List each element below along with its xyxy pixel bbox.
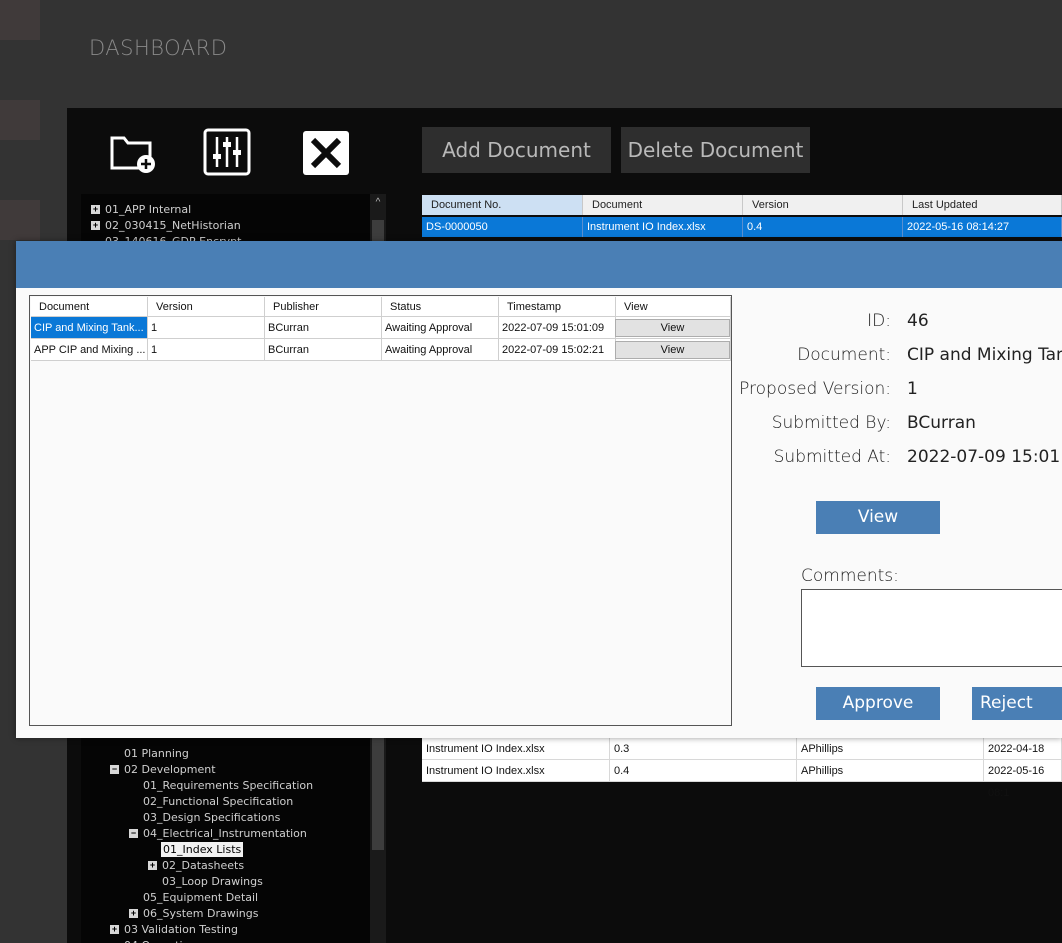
cell-last-updated: 2022-05-16 08:14:27 — [903, 217, 1062, 237]
expand-icon[interactable]: + — [91, 205, 100, 214]
col-header-version[interactable]: Version — [148, 297, 265, 317]
col-header-document[interactable]: Document — [583, 195, 743, 215]
view-document-button[interactable]: View — [816, 501, 940, 534]
history-timestamp: 2022-04-18 15:2 — [984, 738, 1062, 777]
tree-item[interactable]: 02 Development — [124, 762, 216, 777]
expand-icon[interactable]: + — [129, 909, 138, 918]
expand-icon[interactable]: + — [148, 861, 157, 870]
history-publisher: APhillips — [797, 760, 984, 782]
desktop-app-icon — [0, 0, 40, 40]
tree-item[interactable]: 04 Operation — [124, 938, 196, 943]
tree-item[interactable]: 06_System Drawings — [143, 906, 258, 921]
history-version: 0.3 — [610, 738, 797, 760]
tree-item[interactable]: 03_Design Specifications — [143, 810, 280, 825]
history-document: Instrument IO Index.xlsx — [422, 738, 610, 760]
tree-item[interactable]: 01_APP Internal — [105, 202, 191, 217]
approval-document-cell[interactable]: APP CIP and Mixing ... — [31, 339, 148, 361]
proposed-version-value: 1 — [907, 379, 918, 399]
history-timestamp: 2022-05-16 08:1 — [984, 760, 1062, 799]
approval-publisher-cell[interactable]: BCurran — [265, 339, 382, 361]
desktop-app-icon — [0, 200, 40, 240]
dashboard-title: DASHBOARD — [89, 36, 228, 60]
tree-item[interactable]: 01 Planning — [124, 746, 189, 761]
proposed-version-label: Proposed Version: — [739, 379, 891, 399]
approval-timestamp-cell[interactable]: 2022-07-09 15:02:21 — [499, 339, 616, 361]
tree-item[interactable]: 05_Equipment Detail — [143, 890, 258, 905]
tree-item[interactable]: 04_Electrical_Instrumentation — [143, 826, 307, 841]
delete-document-button[interactable]: Delete Document — [621, 127, 810, 173]
submitted-by-label: Submitted By: — [771, 413, 891, 433]
document-label: Document: — [797, 345, 891, 365]
folder-add-icon[interactable] — [109, 128, 157, 176]
add-document-button[interactable]: Add Document — [422, 127, 611, 173]
history-document: Instrument IO Index.xlsx — [422, 760, 610, 782]
scroll-up-icon[interactable]: ^ — [370, 194, 386, 212]
approval-status-cell[interactable]: Awaiting Approval — [382, 339, 499, 361]
tree-item[interactable]: 01_Requirements Specification — [143, 778, 313, 793]
approval-document-cell[interactable]: CIP and Mixing Tank... — [31, 317, 148, 339]
approval-version-cell[interactable]: 1 — [148, 339, 265, 361]
approval-timestamp-cell[interactable]: 2022-07-09 15:01:09 — [499, 317, 616, 339]
tree-item[interactable]: 02_030415_NetHistorian — [105, 218, 241, 233]
reject-button[interactable]: Reject — [972, 687, 1062, 720]
dialog-title-bar[interactable] — [16, 241, 1062, 288]
col-header-last-updated[interactable]: Last Updated — [903, 195, 1062, 215]
close-icon[interactable] — [302, 130, 350, 178]
tree-item[interactable]: 03 Validation Testing — [124, 922, 238, 937]
approval-dialog: Document Version Publisher Status Timest… — [16, 241, 1062, 738]
collapse-icon[interactable]: − — [110, 765, 119, 774]
col-header-publisher[interactable]: Publisher — [265, 297, 382, 317]
tree-item[interactable]: 02_Datasheets — [162, 858, 244, 873]
col-header-status[interactable]: Status — [382, 297, 499, 317]
approval-publisher-cell[interactable]: BCurran — [265, 317, 382, 339]
sliders-icon[interactable] — [203, 128, 251, 176]
col-header-document-no[interactable]: Document No. — [422, 195, 583, 215]
expand-icon[interactable]: + — [91, 221, 100, 230]
document-value: CIP and Mixing Tank — [907, 345, 1062, 365]
table-row[interactable]: Instrument IO Index.xlsx 0.3 APhillips 2… — [422, 738, 1062, 777]
expand-icon[interactable]: + — [110, 925, 119, 934]
collapse-icon[interactable]: − — [129, 829, 138, 838]
cell-document: Instrument IO Index.xlsx — [583, 217, 743, 237]
table-row-selected[interactable]: DS-0000050 Instrument IO Index.xlsx 0.4 … — [422, 217, 1062, 237]
col-header-timestamp[interactable]: Timestamp — [499, 297, 616, 317]
submitted-at-label: Submitted At: — [773, 447, 891, 467]
tree-item[interactable]: 03_Loop Drawings — [162, 874, 263, 889]
comments-label: Comments: — [801, 566, 899, 586]
approve-button[interactable]: Approve — [816, 687, 940, 720]
history-publisher: APhillips — [797, 738, 984, 760]
pending-approvals-grid[interactable]: Document Version Publisher Status Timest… — [29, 295, 732, 726]
cell-version: 0.4 — [743, 217, 903, 237]
tree-item[interactable]: 02_Functional Specification — [143, 794, 293, 809]
desktop-app-icon — [0, 100, 40, 140]
tree-item[interactable]: 01_Index Lists — [161, 842, 244, 857]
cell-document-no: DS-0000050 — [422, 217, 583, 237]
col-header-document[interactable]: Document — [31, 297, 148, 317]
comments-field[interactable] — [801, 589, 1062, 667]
id-label: ID: — [867, 311, 891, 331]
id-value: 46 — [907, 311, 929, 331]
submitted-by-value: BCurran — [907, 413, 976, 433]
approval-version-cell[interactable]: 1 — [148, 317, 265, 339]
submitted-at-value: 2022-07-09 15:01:09 — [907, 447, 1062, 467]
approval-status-cell[interactable]: Awaiting Approval — [382, 317, 499, 339]
table-row[interactable]: Instrument IO Index.xlsx 0.4 APhillips 2… — [422, 760, 1062, 799]
col-header-version[interactable]: Version — [743, 195, 903, 215]
history-version: 0.4 — [610, 760, 797, 782]
